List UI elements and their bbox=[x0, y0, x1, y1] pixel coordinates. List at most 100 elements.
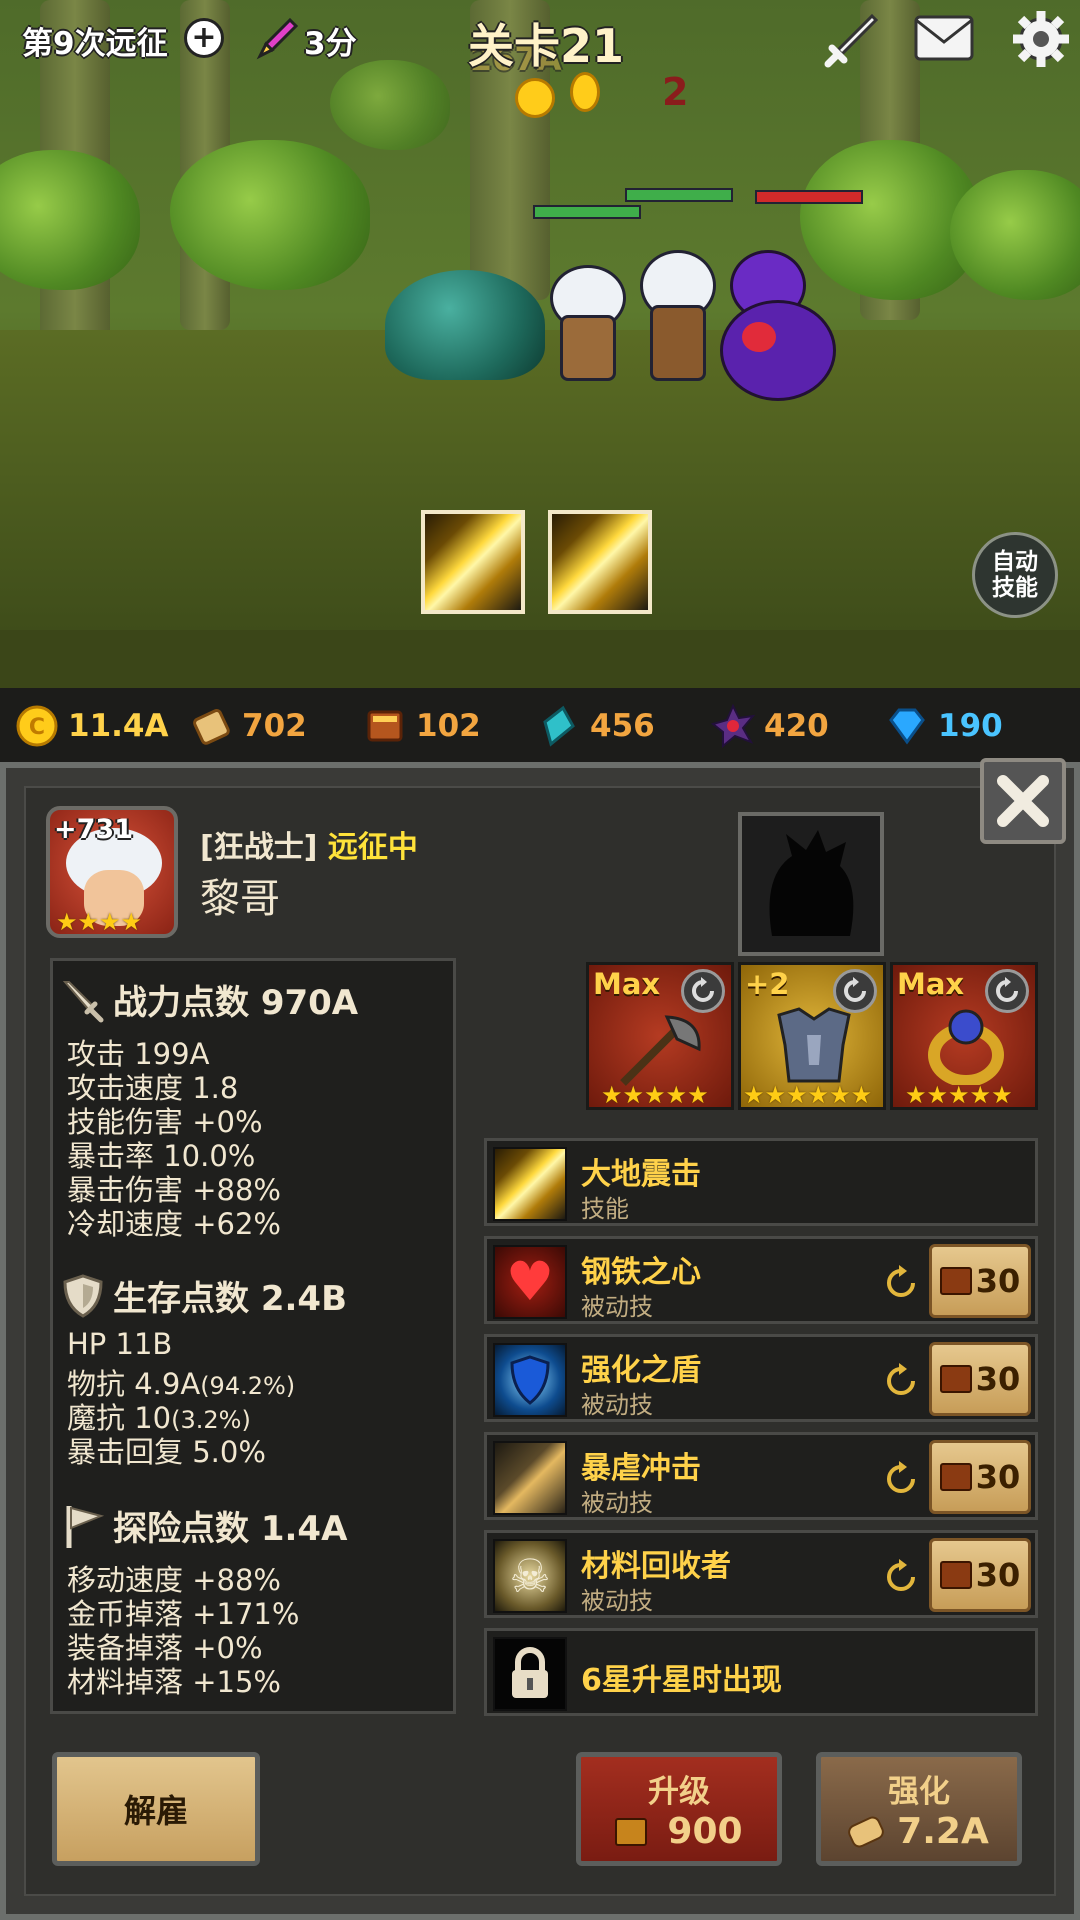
reroll-icon[interactable] bbox=[883, 1265, 919, 1301]
equip-slot-weapon[interactable]: Max ★ ★ ★ ★ ★ bbox=[586, 962, 734, 1110]
upgrade-button[interactable]: 升级 900 bbox=[576, 1752, 782, 1866]
settings-button[interactable] bbox=[1010, 8, 1072, 70]
svg-text:C: C bbox=[29, 715, 45, 740]
book-icon bbox=[362, 703, 408, 749]
skill-name: 暴虐冲击 bbox=[581, 1451, 701, 1486]
plus-icon: + bbox=[191, 20, 217, 55]
shield-icon bbox=[493, 1343, 567, 1417]
gold-coin-icon bbox=[570, 72, 600, 112]
skill-upgrade-cost: 30 bbox=[975, 1262, 1021, 1300]
resource-diamond: 190 bbox=[884, 703, 1044, 749]
skill-upgrade-cost: 30 bbox=[975, 1556, 1021, 1594]
reroll-icon[interactable] bbox=[883, 1559, 919, 1595]
skill-row[interactable]: ♥ 钢铁之心 被动技 30 bbox=[484, 1236, 1038, 1324]
star-icon: ★ bbox=[99, 908, 121, 936]
gold-amount: 11.4A bbox=[68, 708, 169, 744]
enhance-label: 强化 bbox=[888, 1774, 950, 1810]
skill-name: 强化之盾 bbox=[581, 1353, 701, 1388]
refresh-icon bbox=[844, 977, 866, 1002]
book-icon bbox=[939, 1561, 972, 1589]
mail-button[interactable] bbox=[912, 12, 976, 64]
equip-slot-accessory[interactable]: Max ★ ★ ★ ★ ★ bbox=[890, 962, 1038, 1110]
hero-unit-2 bbox=[630, 250, 720, 390]
book-icon bbox=[939, 1267, 972, 1295]
skill-upgrade-cost: 30 bbox=[975, 1458, 1021, 1496]
crystal-amount: 456 bbox=[590, 708, 655, 744]
enhance-cost-row: 7.2A bbox=[845, 1811, 989, 1852]
battle-scene: 267A 2 第9次远征 + 3分 关卡21 自动 技能 bbox=[0, 0, 1080, 688]
dismiss-button[interactable]: 解雇 bbox=[52, 1752, 260, 1866]
sword-button[interactable] bbox=[820, 10, 882, 72]
upgrade-cost-row: 900 bbox=[615, 1811, 743, 1852]
auto-skill-button[interactable]: 自动 技能 bbox=[972, 532, 1058, 618]
swap-equip-button[interactable] bbox=[681, 969, 725, 1013]
equip-stars: ★ ★ ★ ★ ★ ★ bbox=[743, 1081, 873, 1109]
skill-upgrade-button[interactable]: 30 bbox=[929, 1244, 1031, 1318]
survival-points: 生存点数 2.4B bbox=[113, 1279, 347, 1319]
armor-icon bbox=[777, 1007, 851, 1083]
crystal-icon bbox=[536, 703, 582, 749]
skill-type: 被动技 bbox=[581, 1587, 653, 1615]
star-icon: ★ bbox=[120, 908, 143, 936]
skill-row[interactable]: 暴虐冲击 被动技 30 bbox=[484, 1432, 1038, 1520]
stat-cooldown: 冷却速度 +62% bbox=[67, 1207, 281, 1241]
auto-skill-label: 自动 bbox=[992, 549, 1038, 575]
dark-gem-amount: 420 bbox=[764, 708, 829, 744]
close-icon bbox=[997, 775, 1049, 827]
hero-unit-1 bbox=[540, 265, 630, 385]
skill-row[interactable]: ☠ 材料回收者 被动技 30 bbox=[484, 1530, 1038, 1618]
resource-gold: C 11.4A bbox=[14, 703, 174, 749]
close-button[interactable] bbox=[980, 758, 1066, 844]
add-expedition-button[interactable]: + bbox=[184, 18, 224, 58]
locked-skill-row: 6星升星时出现 bbox=[484, 1628, 1038, 1716]
stage-title: 关卡21 bbox=[468, 19, 625, 73]
skull-icon: ☠ bbox=[493, 1539, 567, 1613]
foliage bbox=[950, 170, 1080, 300]
axe-icon bbox=[620, 1015, 701, 1086]
star-icon: ★ bbox=[56, 908, 78, 936]
hero-level-badge: +731 bbox=[54, 814, 133, 845]
lock-icon bbox=[493, 1637, 567, 1711]
stat-crit-recovery: 暴击回复 5.0% bbox=[67, 1429, 266, 1471]
resource-crystal: 456 bbox=[536, 703, 696, 749]
hero-status: 远征中 bbox=[327, 830, 418, 865]
locked-skill-text: 6星升星时出现 bbox=[581, 1663, 782, 1698]
skill-row[interactable]: 强化之盾 被动技 30 bbox=[484, 1334, 1038, 1422]
reroll-icon[interactable] bbox=[883, 1461, 919, 1497]
skill-upgrade-button[interactable]: 30 bbox=[929, 1440, 1031, 1514]
enhance-cost: 7.2A bbox=[897, 1811, 989, 1852]
auto-skill-label: 技能 bbox=[992, 575, 1038, 601]
stat-material-drop: 材料掉落 +15% bbox=[67, 1665, 281, 1699]
dismiss-label: 解雇 bbox=[123, 1792, 188, 1830]
refresh-icon bbox=[996, 977, 1018, 1002]
hero-class: [狂战士] bbox=[200, 830, 318, 865]
skill-upgrade-button[interactable]: 30 bbox=[929, 1342, 1031, 1416]
equip-slot-armor[interactable]: +2 ★ ★ ★ ★ ★ ★ bbox=[738, 962, 886, 1110]
bush-enemy bbox=[385, 270, 545, 380]
skill-upgrade-button[interactable]: 30 bbox=[929, 1538, 1031, 1612]
pet-slot[interactable] bbox=[738, 812, 884, 956]
hero-name: 黎哥 bbox=[200, 876, 280, 922]
power-header: 战力点数 970A bbox=[59, 975, 358, 1024]
sword-icon bbox=[824, 13, 879, 68]
gold-coin-icon bbox=[515, 78, 555, 118]
foliage bbox=[330, 60, 450, 150]
active-skill-slot[interactable] bbox=[421, 510, 525, 614]
skill-type: 被动技 bbox=[581, 1293, 653, 1321]
skill-row[interactable]: 大地震击 技能 bbox=[484, 1138, 1038, 1226]
stats-panel: 战力点数 970A 攻击 199A 攻击速度 1.8 技能伤害 +0% 暴击率 … bbox=[50, 958, 456, 1714]
resource-dark-gem: 420 bbox=[710, 703, 870, 749]
active-skill-slot[interactable] bbox=[548, 510, 652, 614]
enhance-button[interactable]: 强化 7.2A bbox=[816, 1752, 1022, 1866]
equip-level-label: +2 bbox=[745, 967, 790, 1001]
boost-rocket-icon[interactable] bbox=[256, 16, 300, 60]
book-amount: 102 bbox=[416, 708, 481, 744]
hero-hp-bar bbox=[625, 188, 733, 202]
equip-stars: ★ ★ ★ ★ ★ bbox=[601, 1081, 709, 1109]
pet-silhouette-icon bbox=[769, 830, 854, 936]
heart-icon: ♥ bbox=[493, 1245, 567, 1319]
hero-hp-bar bbox=[533, 205, 641, 219]
stat-hp-value: HP 11B bbox=[67, 1327, 173, 1361]
sword-icon bbox=[62, 980, 104, 1022]
reroll-icon[interactable] bbox=[883, 1363, 919, 1399]
